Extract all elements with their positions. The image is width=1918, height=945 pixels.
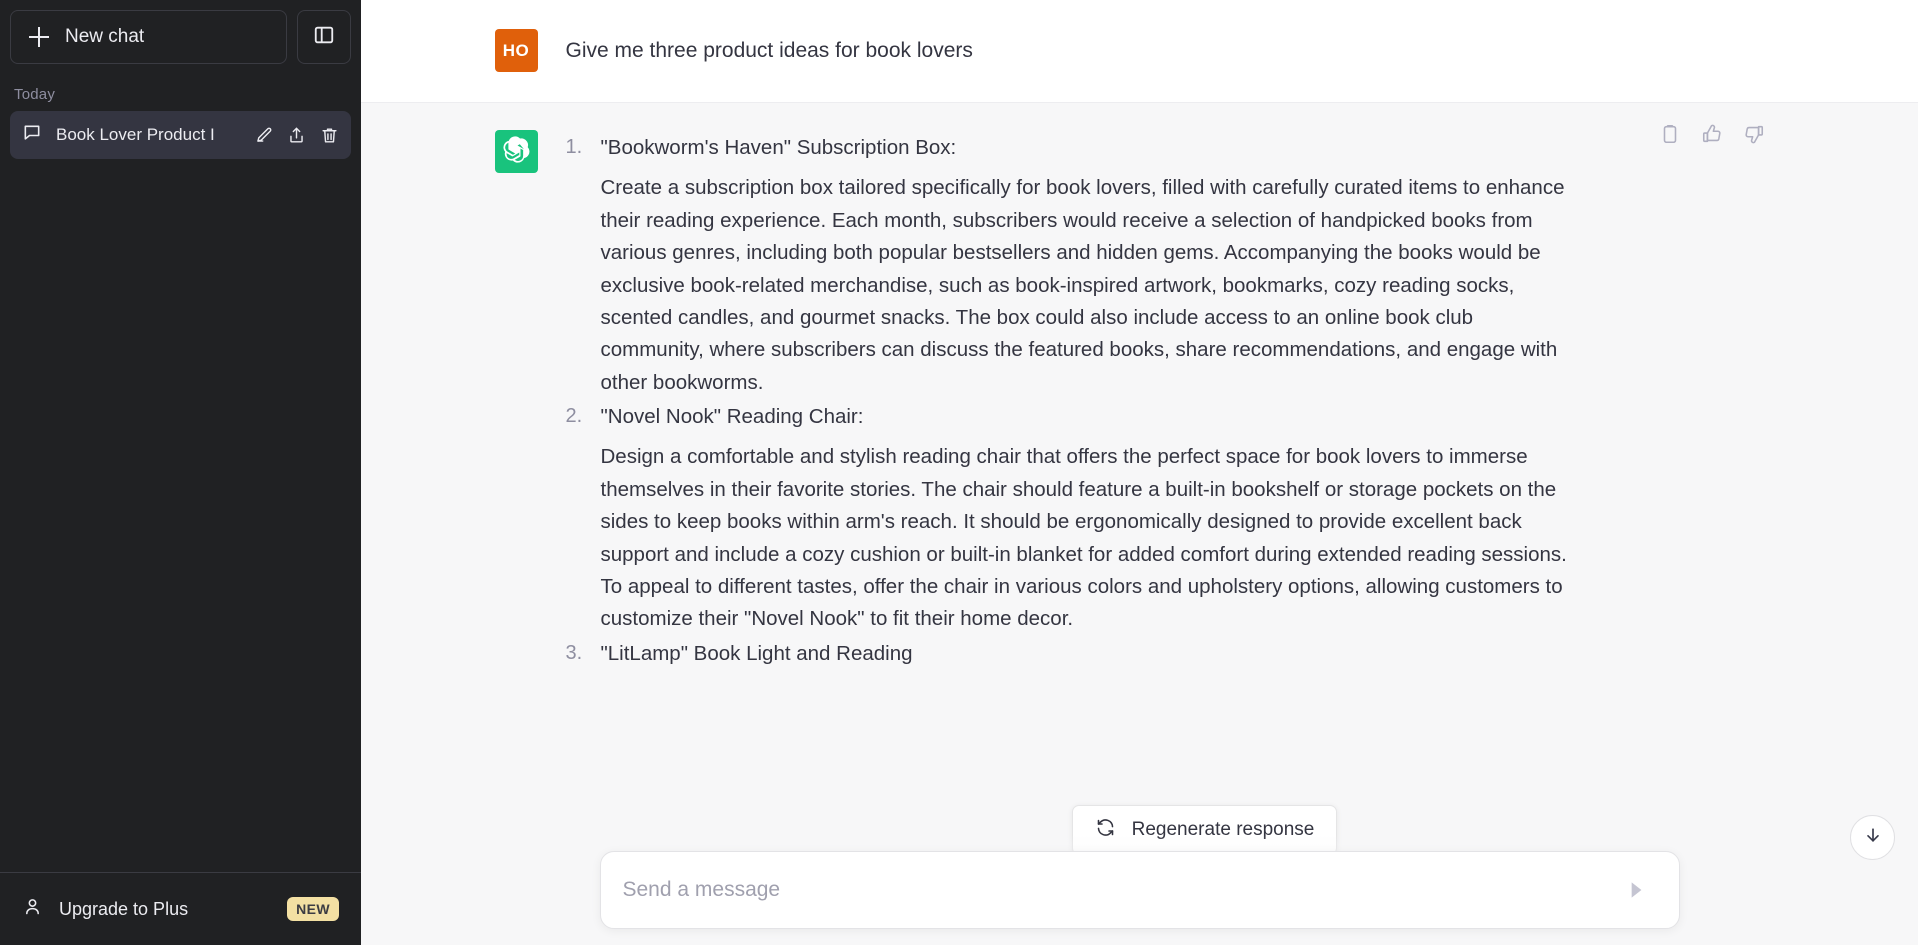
- chatgpt-app: New chat Today Book Lover Product I Upgr…: [0, 0, 1918, 945]
- upgrade-to-plus-button[interactable]: Upgrade to Plus NEW: [10, 883, 351, 935]
- composer-area: [361, 835, 1918, 945]
- composer: [599, 851, 1680, 929]
- user-message-inner: HO Give me three product ideas for book …: [494, 0, 1785, 102]
- new-chat-button[interactable]: New chat: [10, 10, 287, 64]
- chat-history-item-title: Book Lover Product I: [56, 125, 215, 144]
- sidebar-footer: Upgrade to Plus NEW: [0, 872, 361, 945]
- pencil-edit-icon[interactable]: [254, 126, 273, 145]
- chat-item-actions: [254, 126, 339, 145]
- share-upload-icon[interactable]: [287, 126, 306, 145]
- thumbs-up-icon[interactable]: [1701, 123, 1723, 145]
- scroll-to-bottom-button[interactable]: [1850, 815, 1895, 860]
- idea-heading: "Bookworm's Haven" Subscription Box:: [600, 136, 957, 159]
- idea-heading: "Novel Nook" Reading Chair:: [600, 405, 864, 428]
- thumbs-down-icon[interactable]: [1743, 123, 1765, 145]
- idea-body: Create a subscription box tailored speci…: [600, 176, 1565, 394]
- send-arrow-icon[interactable]: [1619, 873, 1653, 907]
- chat-history-item[interactable]: Book Lover Product I: [10, 111, 351, 159]
- chat-history-list: Book Lover Product I: [0, 111, 361, 159]
- plus-icon: [29, 27, 49, 47]
- list-item: "Bookworm's Haven" Subscription Box: Cre…: [566, 132, 1785, 399]
- sidebar-section-label: Today: [14, 86, 56, 103]
- new-chat-label: New chat: [65, 26, 145, 47]
- conversation-thread: HO Give me three product ideas for book …: [361, 0, 1918, 945]
- new-badge: NEW: [287, 897, 339, 921]
- user-message-body: Give me three product ideas for book lov…: [566, 29, 1785, 72]
- trash-delete-icon[interactable]: [320, 126, 339, 145]
- main-content: HO Give me three product ideas for book …: [361, 0, 1918, 945]
- sidebar-header: New chat: [0, 0, 361, 64]
- assistant-avatar: [494, 130, 538, 173]
- message-input[interactable]: [622, 855, 1619, 925]
- message-action-buttons: [1659, 123, 1765, 145]
- list-item: "Novel Nook" Reading Chair: Design a com…: [566, 401, 1785, 636]
- list-item: "LitLamp" Book Light and Reading: [566, 638, 1785, 670]
- openai-logo-icon: [502, 135, 530, 168]
- arrow-down-icon: [1863, 825, 1883, 850]
- idea-body: Design a comfortable and stylish reading…: [600, 445, 1567, 631]
- person-icon: [22, 896, 43, 922]
- user-message-text: Give me three product ideas for book lov…: [565, 39, 973, 62]
- user-message-row: HO Give me three product ideas for book …: [361, 0, 1918, 103]
- chat-bubble-icon: [22, 123, 42, 148]
- assistant-message-inner: "Bookworm's Haven" Subscription Box: Cre…: [494, 103, 1785, 672]
- product-ideas-list: "Bookworm's Haven" Subscription Box: Cre…: [566, 130, 1785, 670]
- sidebar-toggle-button[interactable]: [297, 10, 351, 64]
- assistant-message-row: "Bookworm's Haven" Subscription Box: Cre…: [361, 103, 1918, 672]
- user-avatar: HO: [494, 29, 538, 72]
- assistant-message-body: "Bookworm's Haven" Subscription Box: Cre…: [566, 130, 1785, 672]
- sidebar: New chat Today Book Lover Product I Upgr…: [0, 0, 361, 945]
- copy-clipboard-icon[interactable]: [1659, 123, 1681, 145]
- sidebar-panel-icon: [313, 24, 335, 51]
- idea-heading: "LitLamp" Book Light and Reading: [600, 641, 913, 665]
- upgrade-label: Upgrade to Plus: [59, 898, 189, 919]
